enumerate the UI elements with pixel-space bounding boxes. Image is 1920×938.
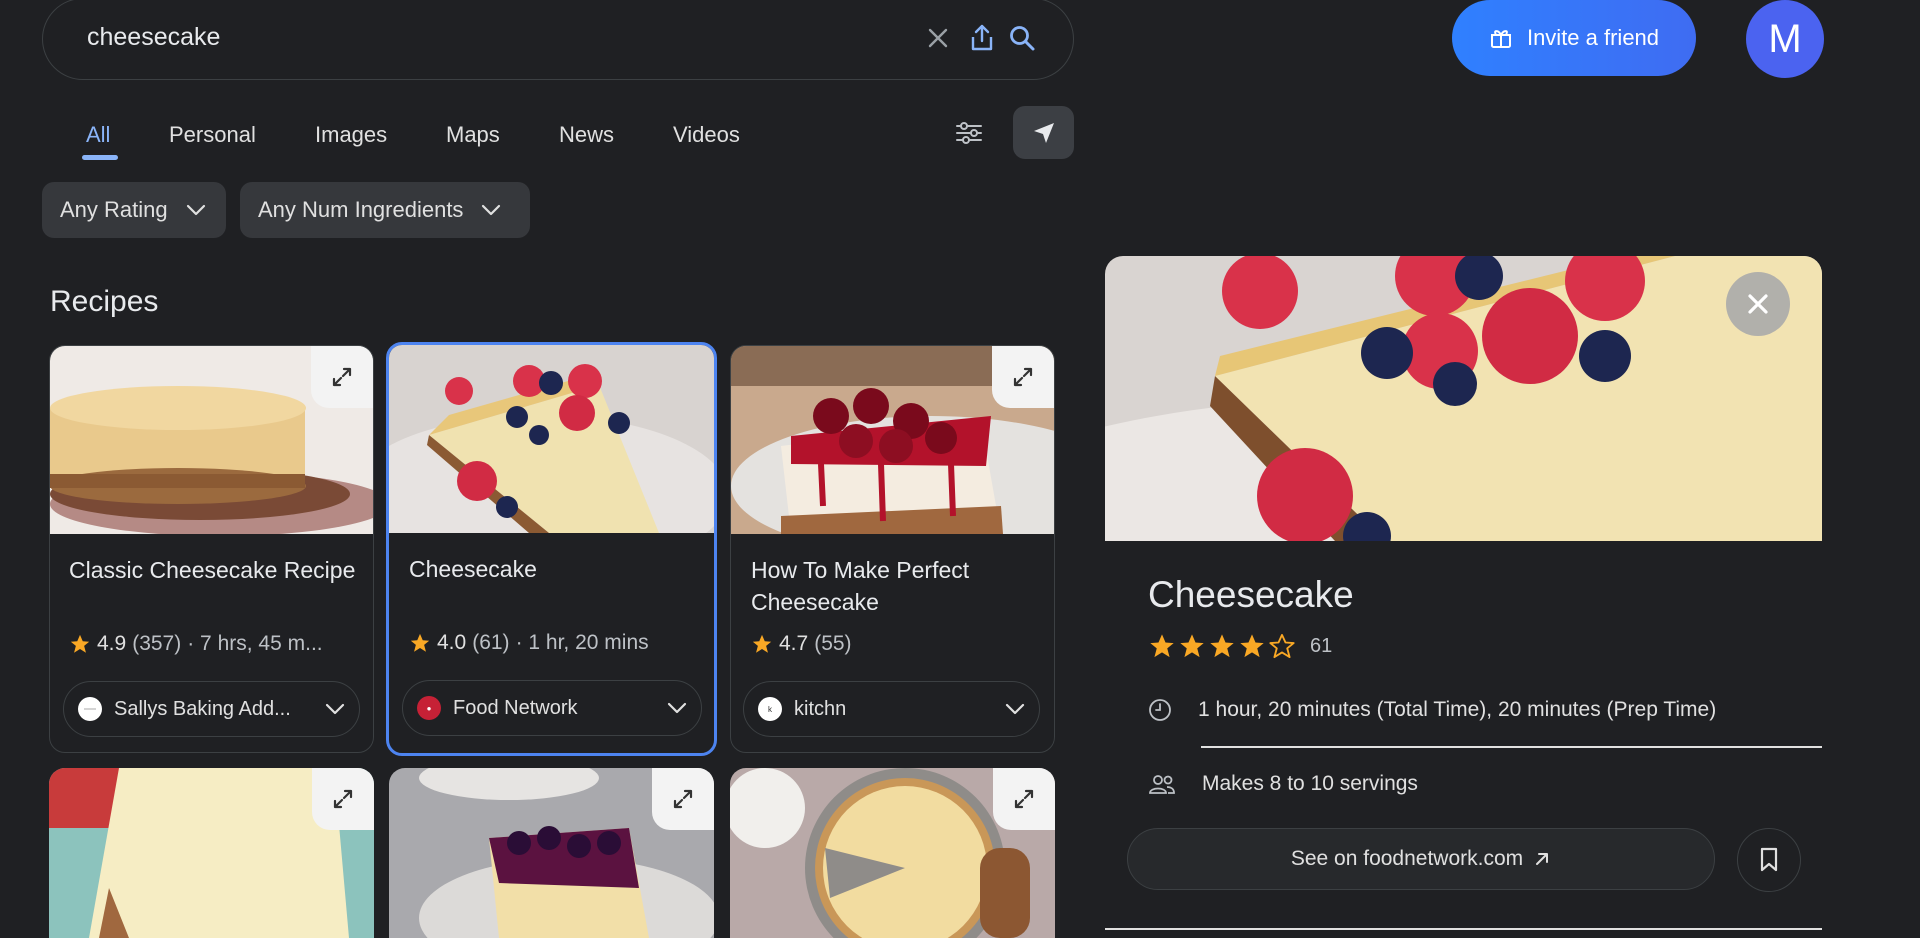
divider bbox=[1201, 746, 1822, 748]
detail-servings-text: Makes 8 to 10 servings bbox=[1202, 772, 1418, 795]
active-tab-indicator bbox=[82, 155, 118, 160]
star-outline-icon bbox=[1268, 632, 1296, 660]
invite-friend-button[interactable]: Invite a friend bbox=[1452, 0, 1696, 76]
star-icon bbox=[1148, 632, 1176, 660]
tab-maps[interactable]: Maps bbox=[446, 122, 500, 148]
recipe-title: Cheesecake bbox=[409, 556, 537, 582]
detail-rating-count: 61 bbox=[1310, 634, 1333, 657]
share-icon[interactable] bbox=[965, 21, 999, 55]
invite-label: Invite a friend bbox=[1526, 25, 1660, 50]
see-on-label: See on foodnetwork.com bbox=[1290, 847, 1524, 870]
recipe-image bbox=[50, 346, 373, 534]
gift-icon bbox=[1489, 26, 1513, 50]
expand-icon[interactable] bbox=[652, 768, 714, 830]
ingredients-filter-chip[interactable]: Any Num Ingredients bbox=[240, 182, 530, 238]
detail-hero-image bbox=[1105, 256, 1822, 541]
source-logo-icon bbox=[78, 697, 102, 721]
location-button[interactable] bbox=[1013, 106, 1074, 159]
kitchn-logo-icon: k bbox=[758, 697, 782, 721]
recipe-meta: 4.9 (357) · 7 hrs, 45 m... bbox=[69, 632, 323, 656]
location-arrow-icon bbox=[1031, 120, 1057, 146]
recipe-image bbox=[389, 345, 714, 533]
recipe-image bbox=[731, 346, 1054, 534]
chevron-down-icon bbox=[481, 204, 501, 216]
recipe-meta: 4.0 (61) · 1 hr, 20 mins bbox=[409, 631, 649, 655]
chevron-down-icon bbox=[1005, 703, 1025, 715]
see-on-source-button[interactable]: See on foodnetwork.com bbox=[1127, 828, 1715, 890]
rating-filter-label: Any Rating bbox=[60, 197, 168, 222]
section-title: Recipes bbox=[50, 285, 159, 318]
recipe-time: · 1 hr, 20 mins bbox=[515, 631, 649, 654]
tab-images[interactable]: Images bbox=[315, 122, 387, 148]
detail-title: Cheesecake bbox=[1148, 574, 1354, 615]
recipe-card[interactable] bbox=[49, 768, 374, 938]
recipe-card-selected[interactable]: Cheesecake 4.0 (61) · 1 hr, 20 mins ● Fo… bbox=[386, 342, 717, 756]
external-link-icon bbox=[1533, 850, 1551, 868]
close-icon[interactable] bbox=[921, 21, 955, 55]
detail-rating: 61 bbox=[1148, 632, 1332, 660]
recipe-rating: 4.0 bbox=[437, 631, 467, 654]
detail-time-text: 1 hour, 20 minutes (Total Time), 20 minu… bbox=[1198, 698, 1717, 721]
source-name: kitchn bbox=[794, 697, 847, 720]
recipe-title: How To Make Perfect Cheesecake bbox=[751, 557, 970, 615]
chevron-down-icon bbox=[186, 204, 206, 216]
recipe-title: Classic Cheesecake Recipe bbox=[69, 557, 356, 583]
tab-videos[interactable]: Videos bbox=[673, 122, 740, 148]
recipe-card[interactable]: Classic Cheesecake Recipe 4.9 (357) · 7 … bbox=[49, 345, 374, 753]
filter-settings-icon[interactable] bbox=[952, 116, 986, 150]
recipe-rating: 4.9 bbox=[97, 632, 127, 655]
search-icon[interactable] bbox=[1005, 21, 1039, 55]
bookmark-button[interactable] bbox=[1737, 828, 1801, 892]
clock-icon bbox=[1148, 698, 1172, 722]
search-bar[interactable]: cheesecake bbox=[42, 0, 1074, 80]
detail-time-row: 1 hour, 20 minutes (Total Time), 20 minu… bbox=[1148, 698, 1716, 722]
expand-icon[interactable] bbox=[992, 346, 1054, 408]
tab-personal[interactable]: Personal bbox=[169, 122, 256, 148]
divider bbox=[1105, 928, 1822, 930]
recipe-review-count: (61) bbox=[472, 631, 510, 654]
star-icon bbox=[1208, 632, 1236, 660]
tab-news[interactable]: News bbox=[559, 122, 614, 148]
source-dropdown[interactable]: k kitchn bbox=[743, 681, 1040, 737]
expand-icon[interactable] bbox=[311, 346, 373, 408]
avatar-letter: M bbox=[1768, 16, 1802, 61]
chevron-down-icon bbox=[325, 703, 345, 715]
avatar[interactable]: M bbox=[1746, 0, 1824, 78]
detail-servings-row: Makes 8 to 10 servings bbox=[1148, 772, 1418, 796]
recipe-rating: 4.7 bbox=[779, 632, 809, 655]
recipe-review-count: (357) bbox=[132, 632, 182, 655]
search-input[interactable]: cheesecake bbox=[87, 23, 220, 52]
expand-icon[interactable] bbox=[993, 768, 1055, 830]
recipe-detail-panel: Cheesecake 61 1 hour, 20 minutes (Total … bbox=[1105, 256, 1822, 932]
chevron-down-icon bbox=[667, 702, 687, 714]
food-network-logo-icon: ● bbox=[417, 696, 441, 720]
tab-all[interactable]: All bbox=[86, 122, 110, 148]
source-dropdown[interactable]: ● Food Network bbox=[402, 680, 702, 736]
star-icon bbox=[69, 633, 91, 655]
expand-icon[interactable] bbox=[312, 768, 374, 830]
star-icon bbox=[1238, 632, 1266, 660]
recipe-time: · 7 hrs, 45 m... bbox=[187, 632, 323, 655]
source-dropdown[interactable]: Sallys Baking Add... bbox=[63, 681, 360, 737]
star-icon bbox=[751, 633, 773, 655]
ingredients-filter-label: Any Num Ingredients bbox=[258, 197, 464, 222]
people-icon bbox=[1148, 772, 1176, 796]
source-name: Sallys Baking Add... bbox=[114, 697, 291, 720]
recipe-review-count: (55) bbox=[814, 632, 852, 655]
recipe-card[interactable] bbox=[389, 768, 714, 938]
star-icon bbox=[1178, 632, 1206, 660]
source-name: Food Network bbox=[453, 696, 578, 719]
bookmark-icon bbox=[1759, 847, 1779, 873]
star-icon bbox=[409, 632, 431, 654]
recipe-meta: 4.7 (55) bbox=[751, 632, 852, 656]
close-icon bbox=[1746, 292, 1770, 316]
close-detail-button[interactable] bbox=[1726, 272, 1790, 336]
recipe-card[interactable] bbox=[730, 768, 1055, 938]
rating-filter-chip[interactable]: Any Rating bbox=[42, 182, 226, 238]
recipe-card[interactable]: How To Make Perfect Cheesecake 4.7 (55) … bbox=[730, 345, 1055, 753]
